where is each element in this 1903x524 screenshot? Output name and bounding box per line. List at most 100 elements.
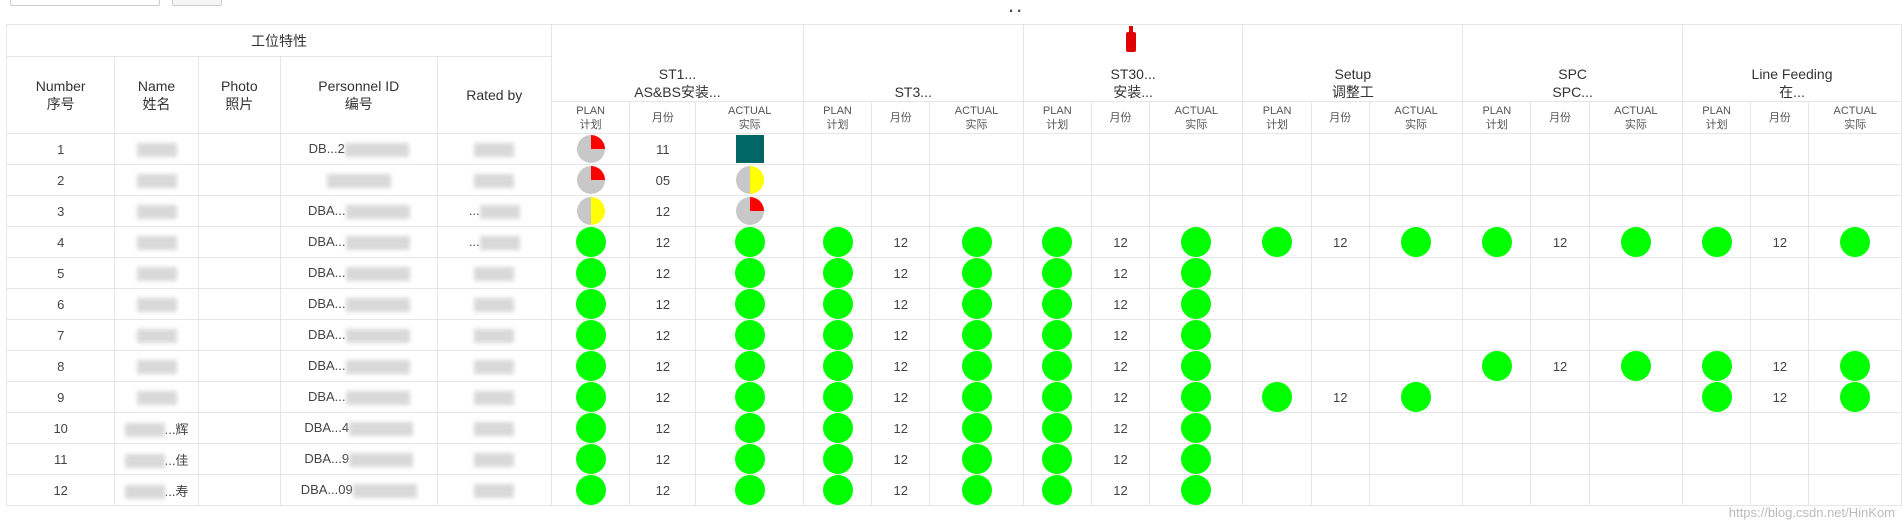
header-actual: ACTUAL 实际: [929, 101, 1024, 134]
status-square-teal: [735, 135, 764, 163]
status-dot-green: [822, 320, 853, 350]
status-dot-green: [1401, 227, 1432, 257]
header-plan: PLAN 计划: [1462, 101, 1532, 134]
search-button[interactable]: [172, 0, 222, 6]
cell-month: [1530, 381, 1590, 413]
table-row[interactable]: 5 DBA... 12 12 12: [5, 257, 1902, 289]
cell-month: [871, 164, 931, 196]
cell-photo: [197, 412, 281, 444]
table-row[interactable]: 6 DBA... 12 12 12: [5, 288, 1902, 320]
cell-plan: [1462, 226, 1532, 258]
top-toolbar: ..: [0, 0, 1903, 22]
search-input[interactable]: [10, 0, 160, 6]
status-pie-quarter-red: [576, 135, 605, 163]
cell-actual: [1588, 164, 1684, 196]
cell-plan: [1682, 226, 1752, 258]
cell-actual: [1588, 133, 1684, 165]
cell-plan: [1022, 257, 1092, 289]
cell-rated-by: [436, 164, 552, 196]
cell-number: 7: [5, 319, 116, 351]
cell-plan: [550, 288, 631, 320]
cell-month: 12: [629, 443, 697, 475]
table-row[interactable]: 4 DBA...... 12 12 12 12 12 12: [5, 226, 1902, 258]
cell-month: [1530, 319, 1590, 351]
cell-actual: [695, 195, 804, 227]
status-dot-green: [961, 351, 992, 381]
rater-redacted: [479, 204, 520, 219]
status-dot-green: [1840, 227, 1871, 257]
cell-rated-by: [436, 257, 552, 289]
table-row[interactable]: 3 DBA...... 12: [5, 195, 1902, 227]
cell-actual: [695, 381, 804, 413]
cell-actual: [1588, 319, 1684, 351]
cell-personnel-id: DBA...: [279, 319, 438, 351]
cell-actual: [929, 350, 1024, 382]
cell-plan: [1022, 381, 1092, 413]
table-row[interactable]: 9 DBA... 12 12 12 12 12: [5, 381, 1902, 413]
status-pie-quarter-red: [735, 197, 764, 225]
status-dot-green: [1181, 289, 1212, 319]
cell-personnel-id-text: DBA...: [307, 389, 346, 405]
cell-plan: [550, 319, 631, 351]
skill-matrix-table: 工位特性 ST1... AS&BS安装... ST3... ST30... 安装...…: [5, 24, 1902, 506]
status-dot-green: [1181, 382, 1212, 412]
cell-actual: [1808, 350, 1902, 382]
cell-plan: [550, 257, 631, 289]
cell-plan: [802, 288, 873, 320]
header-plan: PLAN 计划: [802, 101, 873, 134]
cell-actual: [1149, 381, 1244, 413]
cell-actual: [695, 133, 804, 165]
cell-name: ...寿: [114, 474, 199, 506]
status-dot-green: [734, 289, 765, 319]
table-row[interactable]: 10 ...辉 DBA...4 12 12 12: [5, 412, 1902, 444]
table-row[interactable]: 11 ...佳 DBA...9 12 12 12: [5, 443, 1902, 475]
header-group-station-characteristics: 工位特性: [6, 24, 552, 57]
status-dot-green: [961, 258, 992, 288]
cell-number: 1: [5, 133, 116, 165]
cell-actual: [1149, 443, 1244, 475]
cell-month: 12: [1090, 443, 1151, 475]
status-dot-green: [822, 413, 853, 443]
id-redacted: [345, 297, 410, 312]
cell-actual: [1588, 226, 1684, 258]
cell-actual: [929, 164, 1024, 196]
cell-personnel-id: DBA...9: [279, 443, 438, 475]
cell-plan: [1022, 164, 1092, 196]
cell-name: [114, 195, 199, 227]
cell-month: [1310, 350, 1370, 382]
cell-month: 12: [1090, 412, 1151, 444]
cell-plan: [1682, 133, 1752, 165]
rater-redacted: [474, 359, 515, 374]
header-month: 月份: [1090, 101, 1151, 134]
header-actual: ACTUAL 实际: [1588, 101, 1684, 134]
cell-plan: [1022, 195, 1092, 227]
status-dot-green: [1620, 227, 1651, 257]
status-dot-green: [1042, 258, 1073, 288]
cell-actual: [1808, 319, 1902, 351]
table-row[interactable]: 2 05: [5, 164, 1902, 196]
cell-actual: [929, 474, 1024, 506]
status-dot-green: [1042, 320, 1073, 350]
id-redacted: [326, 173, 391, 188]
table-row[interactable]: 7 DBA... 12 12 12: [5, 319, 1902, 351]
cell-month: [1530, 195, 1590, 227]
cell-plan: [1462, 474, 1532, 506]
cell-plan: [1242, 412, 1312, 444]
rater-redacted: [474, 483, 515, 498]
cell-actual: [1588, 195, 1684, 227]
cell-actual: [1149, 164, 1244, 196]
cell-month: [1530, 288, 1590, 320]
rater-redacted: [474, 328, 515, 343]
table-row[interactable]: 8 DBA... 12 12 12 12 12: [5, 350, 1902, 382]
header-month: 月份: [871, 101, 931, 134]
table-row[interactable]: 1 DB...2 11: [5, 133, 1902, 165]
status-dot-green: [961, 227, 992, 257]
cell-actual: [1588, 288, 1684, 320]
cell-month: [1530, 133, 1590, 165]
cell-month: 12: [1310, 381, 1370, 413]
table-row[interactable]: 12 ...寿 DBA...09 12 12 12: [5, 474, 1902, 506]
name-redacted: [124, 423, 165, 438]
cell-actual: [695, 319, 804, 351]
cell-personnel-id-text: DBA...4: [304, 420, 350, 436]
status-dot-green: [575, 227, 606, 257]
